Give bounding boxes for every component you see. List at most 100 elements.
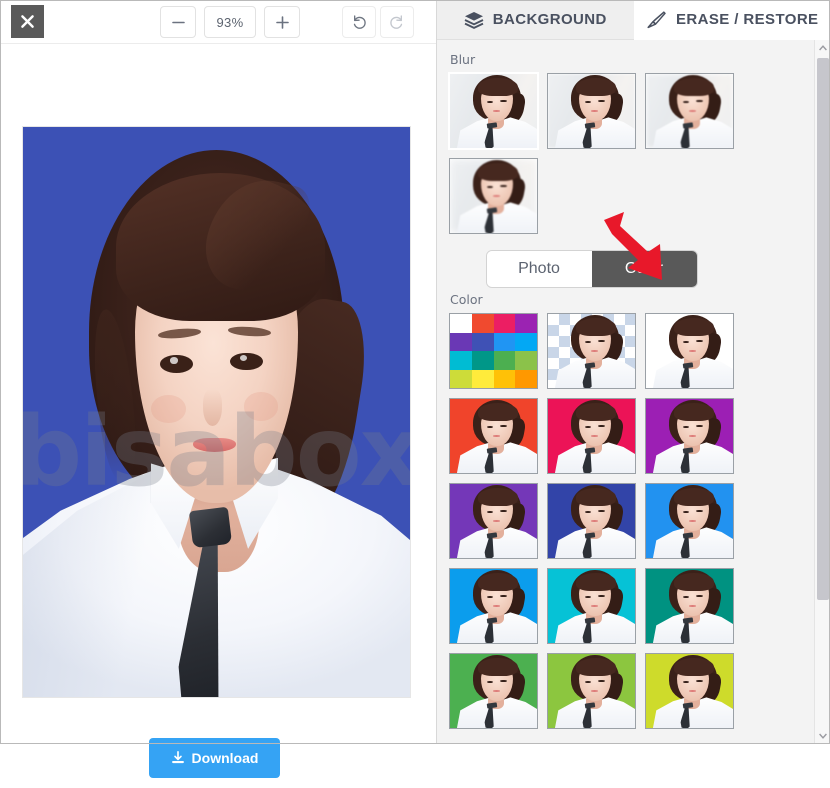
panel-content: Blur [437,40,814,744]
zoom-out-button[interactable] [160,6,196,38]
scrollbar-thumb[interactable] [817,58,829,600]
color-swatch-lime[interactable] [645,653,734,729]
palette-cell-11[interactable] [515,351,537,370]
necktie-knot [189,507,232,548]
cheek-right [244,392,279,421]
tools-panel: BACKGROUND ERASE / RESTORE Blur [437,0,830,744]
download-label: Download [192,750,259,766]
thumb-preview [450,569,537,643]
close-icon [20,14,35,29]
thumb-preview [450,74,537,148]
palette-cell-3[interactable] [515,314,537,333]
palette-cell-8[interactable] [450,351,472,370]
thumb-preview [450,654,537,728]
palette-cell-7[interactable] [515,333,537,352]
tab-background[interactable]: BACKGROUND [437,0,634,40]
palette-cell-4[interactable] [450,333,472,352]
palette-cell-5[interactable] [472,333,494,352]
canvas-area: bisabox Download [0,44,436,788]
color-swatch-purple[interactable] [645,398,734,474]
history-controls [342,6,414,38]
layers-icon [464,11,484,29]
color-swatch-pink[interactable] [547,398,636,474]
thumb-preview [646,399,733,473]
photo-mode-button[interactable]: Photo [487,251,592,287]
plus-icon [275,15,290,30]
panel-tabs: BACKGROUND ERASE / RESTORE [437,0,830,40]
zoom-level-display[interactable]: 93% [204,6,256,38]
palette-cell-12[interactable] [450,370,472,389]
color-swatch-transparent[interactable] [547,313,636,389]
palette-cell-6[interactable] [494,333,516,352]
thumb-preview [548,399,635,473]
color-mode-button[interactable]: Color [592,251,697,287]
blur-thumb-none[interactable] [449,73,538,149]
color-swatch-light-blue[interactable] [645,483,734,559]
palette-cell-13[interactable] [472,370,494,389]
undo-button[interactable] [342,6,376,38]
portrait-image [23,127,410,697]
thumb-preview [548,74,635,148]
palette-cell-10[interactable] [494,351,516,370]
color-picker-palette [450,314,537,388]
zoom-controls: 93% [160,6,300,38]
thumb-preview [646,74,733,148]
thumb-preview [450,159,537,233]
app-root: 93% [0,0,830,744]
scroll-up-button[interactable] [815,40,830,56]
color-swatch-white[interactable] [645,313,734,389]
thumb-preview [646,314,733,388]
palette-cell-15[interactable] [515,370,537,389]
thumb-preview [548,654,635,728]
color-swatch-light-green[interactable] [547,653,636,729]
undo-icon [350,13,368,31]
mode-toggle-wrapper: Photo Color [449,250,734,288]
redo-button[interactable] [380,6,414,38]
chevron-up-icon [819,45,827,51]
close-button[interactable] [11,5,44,38]
thumb-preview [548,484,635,558]
brush-icon [645,10,667,30]
cheek-left [151,395,186,424]
tab-erase-restore-label: ERASE / RESTORE [676,11,818,28]
editor-pane: 93% [0,0,437,744]
color-swatch-green[interactable] [449,653,538,729]
palette-cell-14[interactable] [494,370,516,389]
panel-scrollbar[interactable] [814,40,830,744]
color-swatch-teal[interactable] [645,568,734,644]
thumb-preview [450,484,537,558]
palette-cell-1[interactable] [472,314,494,333]
thumb-preview [646,654,733,728]
scroll-down-button[interactable] [815,728,830,744]
blur-thumb-light[interactable] [547,73,636,149]
thumb-preview [548,569,635,643]
palette-cell-9[interactable] [472,351,494,370]
tab-erase-restore[interactable]: ERASE / RESTORE [634,0,830,40]
color-swatch-grid [449,313,734,729]
zoom-in-button[interactable] [264,6,300,38]
palette-cell-2[interactable] [494,314,516,333]
color-swatch-blue[interactable] [449,568,538,644]
chevron-down-icon [819,733,827,739]
color-swatch-deep-purple[interactable] [449,483,538,559]
thumb-preview [450,399,537,473]
thumb-preview [646,569,733,643]
photo-canvas[interactable]: bisabox [22,126,411,698]
download-button[interactable]: Download [149,738,280,778]
palette-cell-0[interactable] [450,314,472,333]
blur-thumbnail-grid [449,73,734,234]
blur-thumb-medium[interactable] [645,73,734,149]
color-swatch-red-orange[interactable] [449,398,538,474]
eye-highlight-left [170,357,178,363]
blur-thumb-strong[interactable] [449,158,538,234]
color-swatch-indigo[interactable] [547,483,636,559]
blur-section-label: Blur [450,52,814,67]
color-swatch-cyan[interactable] [547,568,636,644]
minus-icon [171,15,186,30]
editor-toolbar: 93% [0,0,436,44]
photo-color-toggle: Photo Color [486,250,698,288]
download-icon [171,751,185,765]
tab-background-label: BACKGROUND [493,11,607,28]
thumb-preview [548,314,635,388]
color-swatch-color-picker[interactable] [449,313,538,389]
